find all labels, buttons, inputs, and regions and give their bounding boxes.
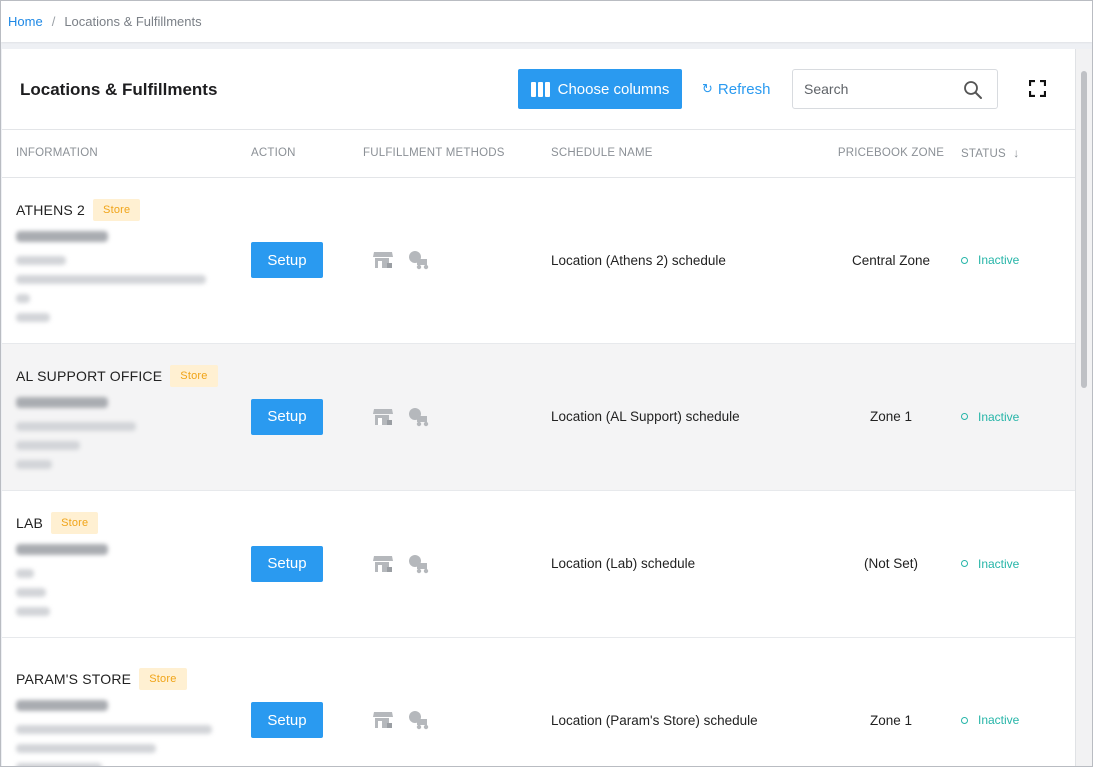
status-badge: Inactive <box>961 713 1075 727</box>
status-dot-icon <box>961 256 968 264</box>
status-text: Inactive <box>978 253 1020 267</box>
delivery-truck-icon <box>409 554 429 573</box>
redacted-address-line <box>16 255 66 265</box>
sort-arrow-icon: ↓ <box>1013 146 1020 161</box>
column-header-action[interactable]: ACTION <box>251 130 363 178</box>
columns-icon <box>530 81 550 97</box>
pricebook-zone: (Not Set) <box>863 556 918 571</box>
column-header-status[interactable]: STATUS ↓ <box>961 130 1075 178</box>
refresh-button[interactable]: ↻ Refresh <box>702 69 776 109</box>
schedule-name: Location (Athens 2) schedule <box>551 252 726 268</box>
delivery-truck-icon <box>409 711 429 730</box>
schedule-name: Location (Lab) schedule <box>551 556 696 571</box>
store-badge: Store <box>170 364 218 387</box>
info-cell: LAB Store <box>2 490 251 637</box>
choose-columns-button[interactable]: Choose columns <box>518 69 682 109</box>
scrollbar-thumb[interactable] <box>1081 71 1087 388</box>
table-header-row: INFORMATION ACTION FULFILLMENT METHODS S… <box>2 130 1075 178</box>
vertical-scrollbar[interactable] <box>1075 49 1092 766</box>
column-header-schedule-name[interactable]: SCHEDULE NAME <box>551 130 821 178</box>
search-input[interactable] <box>804 79 954 99</box>
locations-table: INFORMATION ACTION FULFILLMENT METHODS S… <box>2 130 1075 766</box>
redacted-address-line <box>16 459 52 469</box>
store-pickup-icon <box>373 252 393 268</box>
table-row: AL SUPPORT OFFICE Store Setup Location (… <box>2 343 1075 490</box>
refresh-label: Refresh <box>717 80 771 98</box>
info-cell: AL SUPPORT OFFICE Store <box>2 343 251 490</box>
choose-columns-label: Choose columns <box>557 80 670 98</box>
search-icon[interactable] <box>963 80 983 100</box>
redacted-address-line <box>16 606 50 616</box>
breadcrumb: Home / Locations & Fulfillments <box>1 1 1092 42</box>
redacted-address-line <box>16 421 136 431</box>
delivery-truck-icon <box>409 407 429 426</box>
breadcrumb-home-link[interactable]: Home <box>8 14 43 29</box>
info-cell: ATHENS 2 Store <box>2 177 251 343</box>
setup-button[interactable]: Setup <box>251 545 323 582</box>
refresh-icon: ↻ <box>702 81 713 96</box>
breadcrumb-separator: / <box>51 14 56 29</box>
location-name[interactable]: LAB <box>16 515 43 531</box>
table-row: LAB Store Setup Location (Lab) schedule … <box>2 490 1075 637</box>
status-dot-icon <box>961 413 968 420</box>
redacted-phone <box>16 230 108 242</box>
redacted-address-line <box>16 293 30 303</box>
page-title: Locations & Fulfillments <box>20 80 218 99</box>
redacted-address-line <box>16 725 212 734</box>
column-header-information[interactable]: INFORMATION <box>2 130 251 178</box>
schedule-name: Location (AL Support) schedule <box>551 409 740 424</box>
redacted-address-line <box>16 587 46 597</box>
redacted-address-line <box>16 744 156 753</box>
store-pickup-icon <box>373 555 393 572</box>
redacted-address-line <box>16 568 34 578</box>
redacted-address-line <box>16 763 102 766</box>
status-badge: Inactive <box>961 253 1075 267</box>
store-pickup-icon <box>373 712 393 728</box>
store-badge: Store <box>51 511 99 534</box>
breadcrumb-current: Locations & Fulfillments <box>64 14 202 29</box>
panel-header: Locations & Fulfillments Choose columns … <box>2 49 1075 130</box>
setup-button[interactable]: Setup <box>251 242 323 278</box>
status-dot-icon <box>961 716 968 724</box>
redacted-phone <box>16 543 108 555</box>
store-badge: Store <box>139 668 187 690</box>
store-pickup-icon <box>373 408 393 425</box>
info-cell: PARAM'S STORE Store <box>2 637 251 766</box>
schedule-name: Location (Param's Store) schedule <box>551 712 758 728</box>
location-name[interactable]: PARAM'S STORE <box>16 671 131 687</box>
fullscreen-icon[interactable] <box>1029 80 1046 97</box>
search-box <box>792 69 998 109</box>
table-row: ATHENS 2 Store Setup Location (Athens 2)… <box>2 177 1075 343</box>
locations-panel: Locations & Fulfillments Choose columns … <box>2 49 1075 766</box>
redacted-phone <box>16 396 108 408</box>
redacted-phone <box>16 700 108 711</box>
app-frame: Home / Locations & Fulfillments Location… <box>0 0 1093 767</box>
status-text: Inactive <box>978 409 1020 424</box>
column-header-fulfillment-methods[interactable]: FULFILLMENT METHODS <box>363 130 551 178</box>
table-row: PARAM'S STORE Store Setup Location (Para… <box>2 637 1075 766</box>
status-header-label: STATUS <box>961 148 1006 161</box>
pricebook-zone: Zone 1 <box>869 409 913 424</box>
location-name[interactable]: AL SUPPORT OFFICE <box>16 368 162 384</box>
delivery-truck-icon <box>409 251 429 270</box>
status-text: Inactive <box>978 556 1020 571</box>
status-text: Inactive <box>978 713 1020 727</box>
status-badge: Inactive <box>961 410 1075 424</box>
column-header-pricebook-zone[interactable]: PRICEBOOK ZONE <box>821 130 961 178</box>
redacted-address-line <box>16 274 206 284</box>
setup-button[interactable]: Setup <box>251 398 323 435</box>
pricebook-zone: Zone 1 <box>869 712 913 728</box>
setup-button[interactable]: Setup <box>251 702 323 738</box>
pricebook-zone: Central Zone <box>851 252 931 268</box>
redacted-address-line <box>16 312 50 322</box>
status-dot-icon <box>961 560 968 567</box>
store-badge: Store <box>93 198 141 221</box>
location-name[interactable]: ATHENS 2 <box>16 202 85 218</box>
redacted-address-line <box>16 440 80 450</box>
status-badge: Inactive <box>961 557 1075 571</box>
